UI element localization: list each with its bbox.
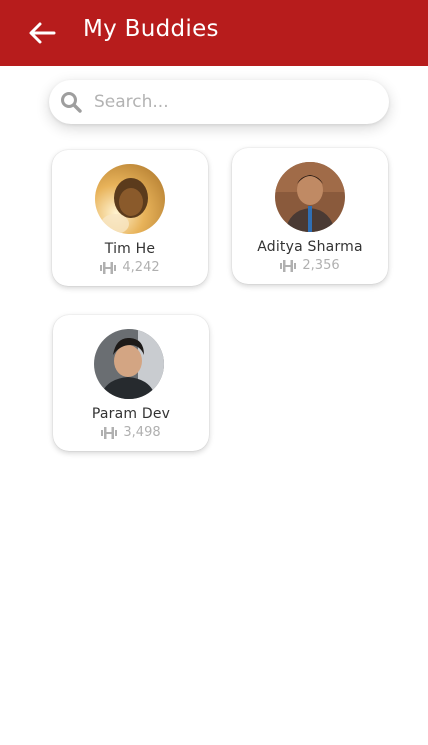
buddy-stat-value: 2,356	[302, 258, 340, 273]
avatar	[95, 164, 165, 234]
page-title: My Buddies	[83, 16, 219, 42]
search-input[interactable]	[94, 88, 374, 116]
buddy-card[interactable]: Tim He 4,242	[52, 150, 208, 286]
buddy-card[interactable]: Param Dev 3,498	[53, 315, 209, 451]
search-icon	[61, 92, 82, 113]
dumbbell-icon	[280, 259, 297, 272]
app-header: My Buddies	[0, 0, 428, 66]
dumbbell-icon	[101, 426, 118, 439]
back-button[interactable]	[26, 17, 58, 49]
buddy-stat-value: 4,242	[122, 260, 160, 275]
buddy-name: Tim He	[104, 241, 156, 257]
buddy-name: Aditya Sharma	[257, 239, 363, 255]
buddy-stat: 2,356	[232, 258, 388, 273]
buddy-card[interactable]: Aditya Sharma 2,356	[232, 148, 388, 284]
buddy-stat: 3,498	[53, 425, 209, 440]
avatar	[275, 162, 345, 232]
buddies-screen: My Buddies Search... Tim He 4,242 Aditya…	[0, 0, 428, 745]
arrow-left-icon	[29, 22, 56, 44]
dumbbell-icon	[100, 261, 117, 274]
buddy-stat: 4,242	[52, 260, 208, 275]
buddy-name: Param Dev	[91, 406, 171, 422]
buddy-stat-value: 3,498	[123, 425, 161, 440]
avatar	[94, 329, 164, 399]
search-bar[interactable]	[49, 80, 389, 124]
